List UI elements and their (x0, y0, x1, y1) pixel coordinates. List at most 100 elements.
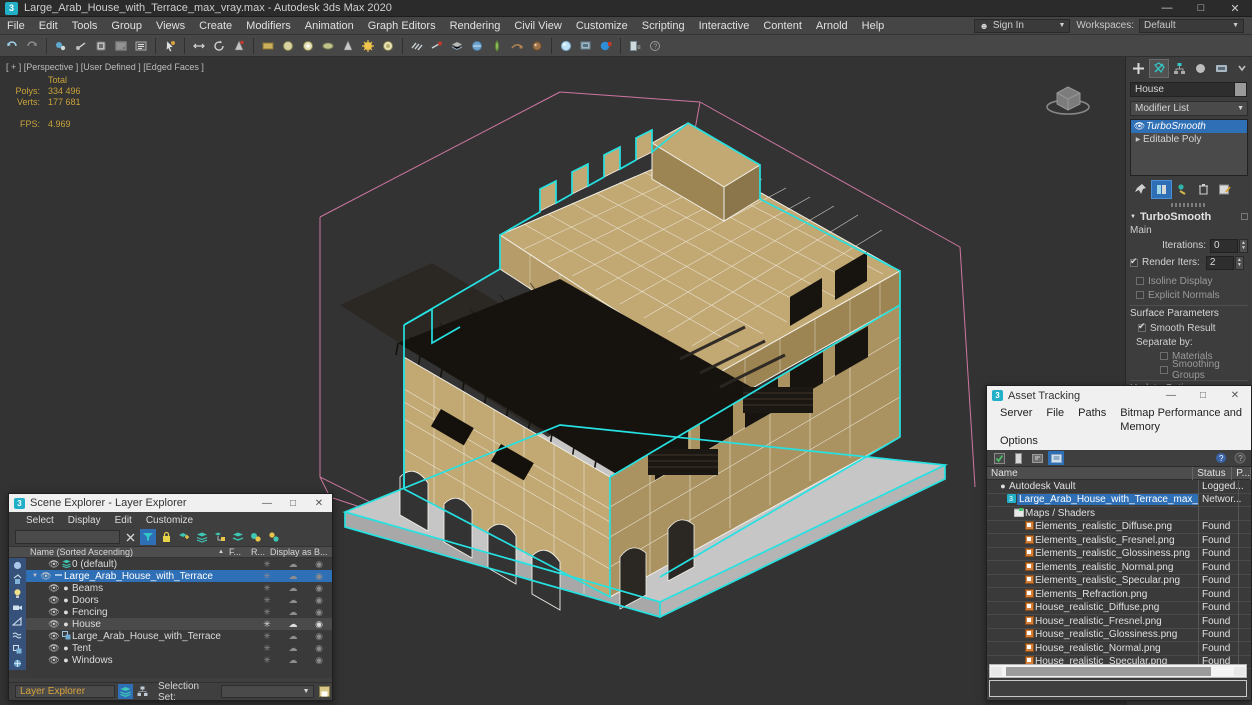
render-frame-window-icon[interactable] (556, 36, 575, 55)
scene-explorer-window[interactable]: 3 Scene Explorer - Layer Explorer — □ ✕ … (8, 493, 333, 703)
scene-explorer-tree[interactable]: 👁 0 (default) ✳ ☁ ◉ ▼ 👁 Large_Arab_House… (26, 558, 332, 678)
frozen-cell[interactable]: ✳ (254, 559, 280, 570)
modifier-list-dropdown[interactable]: Modifier List ▼ (1130, 101, 1248, 116)
asset-row-png[interactable]: Elements_realistic_Specular.png Found (987, 574, 1251, 588)
asset-row-png[interactable]: House_realistic_Fresnel.png Found (987, 614, 1251, 629)
rollout-header[interactable]: ▼ TurboSmooth (1130, 209, 1248, 224)
renderable-cell[interactable]: ☁ (280, 595, 306, 606)
eye-icon[interactable]: 👁 (48, 607, 60, 618)
menu-scripting[interactable]: Scripting (635, 17, 692, 35)
display-as-cell[interactable]: ◉ (306, 655, 332, 666)
display-as-cell[interactable]: ◉ (306, 643, 332, 654)
column-name[interactable]: Name (987, 466, 1194, 480)
spacewarp-filter-icon[interactable] (9, 628, 26, 642)
menu-create[interactable]: Create (192, 17, 239, 35)
redo-icon[interactable] (22, 36, 41, 55)
hierarchy-tab[interactable] (1169, 59, 1190, 78)
asset-tracking-list[interactable]: ● Autodesk Vault Logged... 3 Large_Arab_… (987, 480, 1251, 695)
maximize-button[interactable]: □ (1184, 0, 1218, 17)
check-in-icon[interactable] (991, 451, 1007, 465)
menu-help[interactable]: Help (855, 17, 892, 35)
layer-row-large-arab-house[interactable]: ▼ 👁 Large_Arab_House_with_Terrace ✳ ☁ ◉ (26, 570, 332, 582)
eye-icon[interactable]: 👁 (48, 583, 60, 594)
layers-icon[interactable] (194, 529, 210, 545)
menu-civil-view[interactable]: Civil View (507, 17, 568, 35)
motion-tab[interactable] (1190, 59, 1211, 78)
viewcube-icon[interactable] (1039, 71, 1097, 121)
layer-row-0-default[interactable]: 👁 0 (default) ✳ ☁ ◉ (26, 558, 332, 570)
selection-set-dropdown[interactable]: ▼ (221, 685, 314, 698)
column-display-as[interactable]: Display as B... (270, 547, 332, 557)
eye-icon[interactable]: 👁 (40, 571, 52, 582)
at-menu-file[interactable]: File (1039, 406, 1071, 434)
smooth-result-checkbox[interactable] (1138, 321, 1146, 332)
asset-row-png[interactable]: House_realistic_Diffuse.png Found (987, 601, 1251, 615)
freeze-icon[interactable] (266, 529, 282, 545)
explorer-name-field[interactable]: Layer Explorer (15, 685, 116, 698)
render-iters-spinner[interactable]: ▲ ▼ (1234, 255, 1244, 270)
renderable-cell[interactable]: ☁ (280, 583, 306, 594)
align-icon[interactable] (427, 36, 446, 55)
asset-row-max-file[interactable]: 3 Large_Arab_House_with_Terrace_max_vray… (987, 493, 1251, 507)
select-filter-icon[interactable] (111, 36, 130, 55)
column-frozen[interactable]: F... (224, 547, 246, 557)
render-in-cloud-icon[interactable] (596, 36, 615, 55)
object-row-doors[interactable]: 👁 ● Doors ✳ ☁ ◉ (26, 594, 332, 606)
asset-row-png[interactable]: Elements_realistic_Glossiness.png Found (987, 547, 1251, 561)
smoothing-groups-checkbox[interactable] (1160, 366, 1168, 374)
asset-tracking-title-bar[interactable]: 3 Asset Tracking — □ ✕ (987, 386, 1251, 405)
isoline-display-checkbox[interactable] (1136, 277, 1144, 285)
scroll-right-arrow[interactable] (1234, 667, 1245, 676)
object-color-swatch[interactable] (1234, 82, 1247, 97)
renderable-cell[interactable]: ☁ (280, 631, 306, 642)
close-button[interactable]: ✕ (1219, 386, 1251, 405)
select-all-icon[interactable] (9, 558, 26, 572)
display-as-cell[interactable]: ◉ (306, 571, 332, 582)
display-as-cell[interactable]: ◉ (306, 619, 332, 630)
iterations-spinner[interactable]: ▲ ▼ (1239, 238, 1248, 253)
minimize-button[interactable]: — (254, 494, 280, 512)
scrollbar-thumb[interactable] (1006, 667, 1211, 676)
renderable-cell[interactable]: ☁ (280, 559, 306, 570)
show-end-result-icon[interactable] (1151, 180, 1172, 199)
explicit-normals-checkbox[interactable] (1136, 291, 1144, 299)
eye-icon[interactable]: 👁 (48, 631, 60, 642)
asset-row-png[interactable]: Elements_realistic_Normal.png Found (987, 560, 1251, 575)
select-scale-icon[interactable] (229, 36, 248, 55)
asset-row-png[interactable]: Elements_realistic_Diffuse.png Found (987, 520, 1251, 534)
add-layer-icon[interactable] (176, 529, 192, 545)
display-as-cell[interactable]: ◉ (306, 583, 332, 594)
menu-rendering[interactable]: Rendering (443, 17, 508, 35)
frozen-cell[interactable]: ✳ (254, 631, 280, 642)
workspace-select[interactable]: Default ▼ (1139, 18, 1244, 33)
object-row-house[interactable]: 👁 ● House ✳ ☁ ◉ (26, 618, 332, 630)
sign-in-button[interactable]: ☻ Sign In ▼ (974, 18, 1071, 33)
render-iters-field[interactable]: 2 (1205, 255, 1234, 270)
maximize-button[interactable]: □ (1187, 386, 1219, 405)
renderable-cell[interactable]: ☁ (280, 643, 306, 654)
menu-file[interactable]: File (0, 17, 32, 35)
refresh-icon[interactable] (1048, 451, 1064, 465)
display-as-cell[interactable]: ◉ (306, 631, 332, 642)
bind-space-warp-icon[interactable] (91, 36, 110, 55)
maximize-button[interactable]: □ (280, 494, 306, 512)
panel-resize-grip[interactable] (1171, 203, 1207, 207)
isoline-display-row[interactable]: Isoline Display (1130, 274, 1248, 288)
menu-tools[interactable]: Tools (65, 17, 105, 35)
percent-snap-icon[interactable] (338, 36, 357, 55)
materials-checkbox[interactable] (1160, 352, 1168, 360)
search-input[interactable] (15, 530, 120, 544)
set-current-layer-icon[interactable] (230, 529, 246, 545)
shape-filter-icon[interactable] (9, 614, 26, 628)
remove-modifier-icon[interactable] (1193, 180, 1214, 199)
light-filter-icon[interactable] (9, 586, 26, 600)
asset-row-maps-shaders[interactable]: Maps / Shaders (987, 506, 1251, 521)
display-tab[interactable] (1211, 59, 1232, 78)
schematic-view-icon[interactable] (487, 36, 506, 55)
eye-icon[interactable]: 👁 (48, 643, 60, 654)
menu-graph-editors[interactable]: Graph Editors (361, 17, 443, 35)
snap-toggle-icon[interactable] (298, 36, 317, 55)
display-as-cell[interactable]: ◉ (306, 595, 332, 606)
configure-modifier-sets-icon[interactable] (1214, 180, 1235, 199)
chevron-right-icon[interactable]: ▶ (1133, 136, 1143, 143)
